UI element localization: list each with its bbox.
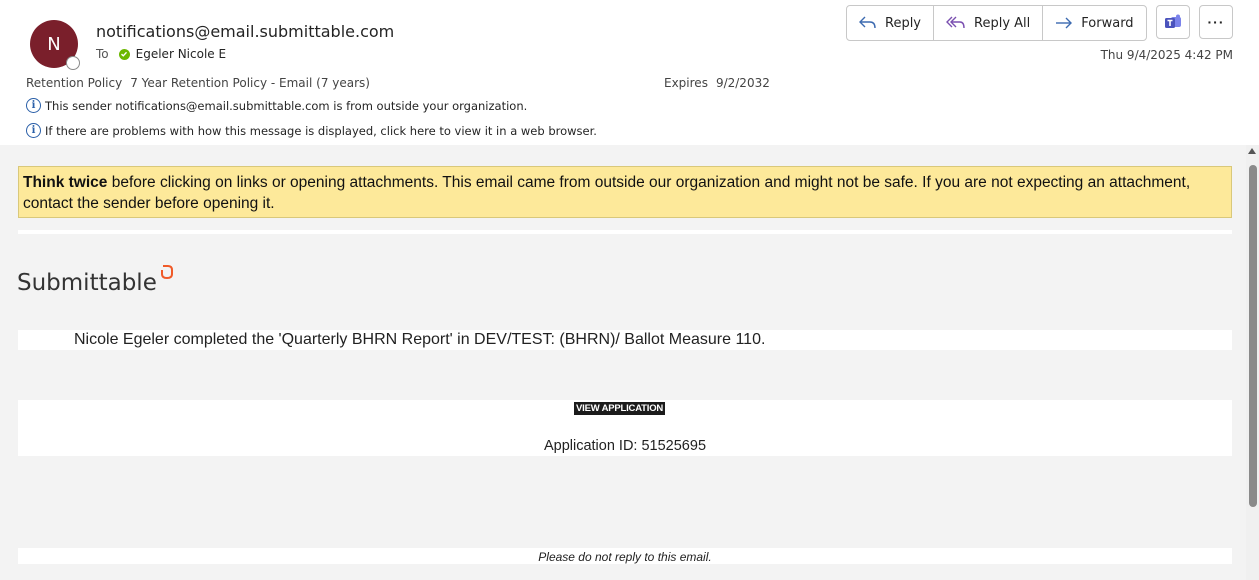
scroll-up-arrow-icon[interactable] (1248, 148, 1256, 154)
teams-icon (1165, 14, 1181, 28)
expires-value: 9/2/2032 (715, 76, 770, 90)
retention-value: 7 Year Retention Policy - Email (7 years… (130, 76, 370, 90)
warning-text: before clicking on links or opening atta… (23, 174, 1191, 212)
reply-icon (859, 16, 876, 29)
message-actions: Reply Reply All Forward (846, 5, 1147, 41)
presence-available-icon (118, 48, 130, 60)
no-reply-footer: Please do not reply to this email. (538, 550, 712, 564)
reply-label: Reply (885, 15, 922, 31)
external-sender-notice: i This sender notifications@email.submit… (26, 98, 527, 113)
spacer-row (18, 230, 1232, 234)
avatar-status-icon (66, 56, 80, 70)
more-icon: ··· (1207, 14, 1225, 30)
expires: Expires 9/2/2032 (664, 76, 770, 90)
recipient-name[interactable]: Egeler Nicole E (136, 47, 226, 61)
info-icon: i (26, 98, 41, 113)
submittable-brand: Submittable (17, 265, 174, 296)
avatar-initial: N (47, 33, 61, 55)
retention-label: Retention Policy (26, 76, 123, 90)
forward-button[interactable]: Forward (1043, 6, 1145, 40)
warning-bold: Think twice (23, 174, 108, 191)
submittable-logo-icon (160, 265, 173, 280)
info-icon: i (26, 123, 41, 138)
more-actions-button[interactable]: ··· (1199, 5, 1233, 39)
reply-all-icon (946, 16, 965, 29)
application-id: Application ID: 51525695 (543, 438, 707, 454)
forward-label: Forward (1081, 15, 1134, 31)
retention-policy[interactable]: Retention Policy 7 Year Retention Policy … (26, 76, 370, 90)
completion-message: Nicole Egeler completed the 'Quarterly B… (74, 331, 766, 348)
view-in-browser-notice[interactable]: i If there are problems with how this me… (26, 123, 597, 138)
sender-address[interactable]: notifications@email.submittable.com (96, 22, 394, 41)
view-in-browser-text[interactable]: If there are problems with how this mess… (45, 124, 597, 138)
recipient-row: To Egeler Nicole E (96, 47, 226, 61)
view-application-button[interactable]: VIEW APPLICATION (574, 402, 666, 415)
to-label: To (96, 47, 109, 61)
reply-button[interactable]: Reply (847, 6, 935, 40)
external-warning-banner: Think twice before clicking on links or … (18, 166, 1232, 218)
reply-all-label: Reply All (974, 15, 1031, 31)
expires-label: Expires (664, 76, 708, 90)
external-sender-text: This sender notifications@email.submitta… (45, 98, 528, 113)
scrollbar-thumb[interactable] (1249, 165, 1257, 507)
brand-name: Submittable (17, 270, 157, 296)
received-datetime: Thu 9/4/2025 4:42 PM (1100, 48, 1233, 62)
teams-button[interactable] (1156, 5, 1190, 39)
reply-all-button[interactable]: Reply All (934, 6, 1044, 40)
forward-icon (1056, 17, 1073, 29)
